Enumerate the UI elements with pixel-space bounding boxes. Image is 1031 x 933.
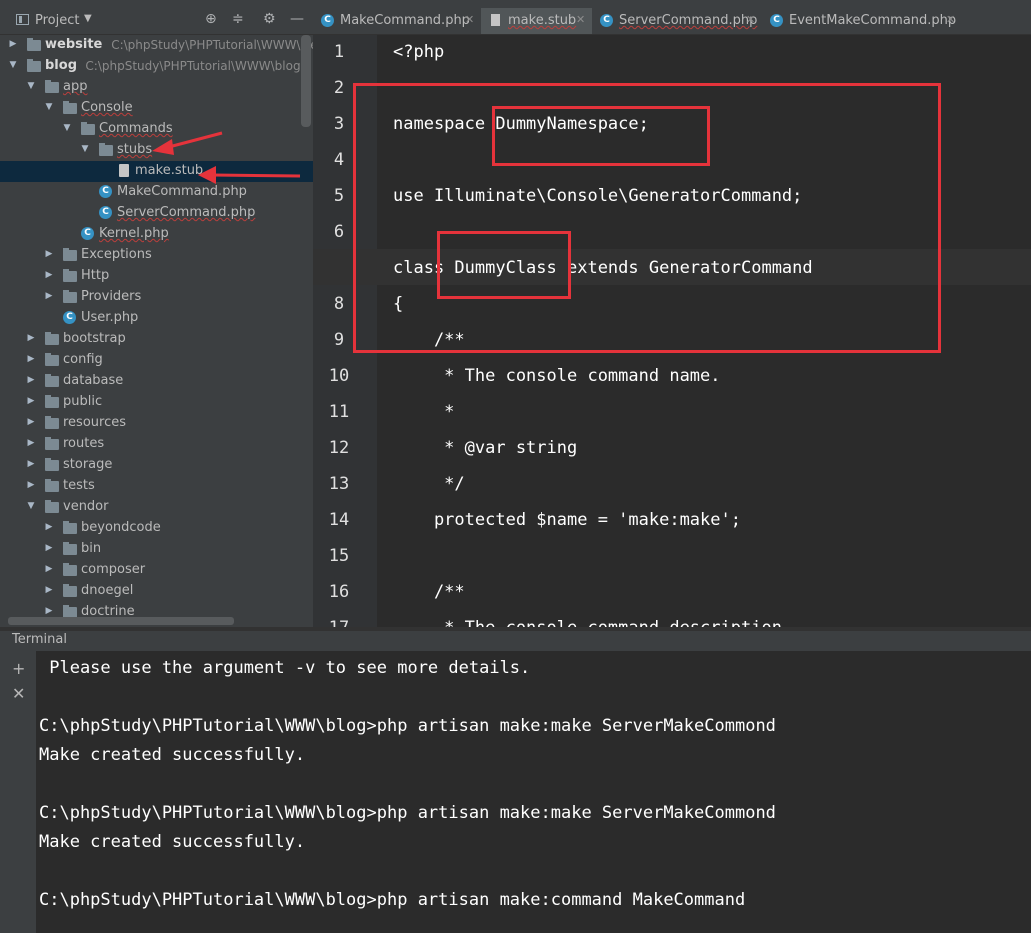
line-number: 15 (328, 546, 350, 566)
code-line: <?php (393, 42, 445, 62)
line-number: 13 (328, 474, 350, 494)
code-line: * (393, 402, 455, 422)
code-line: * The console command description. (393, 618, 792, 627)
terminal-line: Make created successfully. (39, 832, 306, 852)
terminal-header: Terminal (0, 631, 1031, 651)
line-number: 10 (328, 366, 350, 386)
editor-tab-label: ServerCommand.php (619, 13, 758, 28)
add-terminal-icon[interactable]: + (12, 659, 25, 678)
editor-tab-bar: C MakeCommand.php ✕ make.stub ✕ C ServerComman… (313, 8, 1031, 35)
code-editor[interactable]: 1234567891011121314151617 <?phpnamespace… (313, 35, 1031, 627)
code-line: protected $name = 'make:make'; (393, 510, 741, 530)
terminal-title[interactable]: Terminal (12, 632, 67, 647)
close-icon[interactable]: ✕ (946, 13, 955, 26)
terminal-line: Please use the argument -v to see more d… (39, 658, 531, 678)
close-icon[interactable]: ✕ (465, 13, 474, 26)
editor-tab[interactable]: C EventMakeCommand.php ✕ (762, 8, 962, 34)
editor-tab-label: EventMakeCommand.php (789, 13, 957, 28)
annotation-box-dummy-class (437, 231, 571, 299)
editor-tab[interactable]: make.stub ✕ (481, 8, 592, 34)
code-line: */ (393, 474, 465, 494)
annotation-arrow-make-stub (198, 166, 301, 184)
editor-tab[interactable]: C MakeCommand.php ✕ (313, 8, 481, 34)
php-class-icon: C (321, 14, 334, 27)
terminal-line: Make created successfully. (39, 745, 306, 765)
terminal-output[interactable]: Please use the argument -v to see more d… (36, 651, 1031, 933)
editor-tab[interactable]: C ServerCommand.php ✕ (592, 8, 762, 34)
terminal-line: C:\phpStudy\PHPTutorial\WWW\blog>php art… (39, 803, 776, 823)
close-icon[interactable]: ✕ (576, 13, 585, 26)
line-number: 12 (328, 438, 350, 458)
code-line: * The console command name. (393, 366, 721, 386)
close-icon[interactable]: ✕ (746, 13, 755, 26)
file-icon (491, 14, 500, 26)
php-class-icon: C (770, 14, 783, 27)
annotation-arrows (152, 131, 301, 184)
php-class-icon: C (600, 14, 613, 27)
annotation-box-dummy-namespace (492, 106, 710, 166)
terminal-line: C:\phpStudy\PHPTutorial\WWW\blog>php art… (39, 890, 746, 910)
line-number: 16 (328, 582, 350, 602)
code-line: * @var string (393, 438, 578, 458)
annotation-arrow-stubs (152, 131, 223, 155)
code-line: /** (393, 582, 465, 602)
close-terminal-icon[interactable]: ✕ (12, 684, 25, 703)
line-number: 14 (328, 510, 350, 530)
line-number: 17 (313, 618, 365, 627)
editor-tab-label: make.stub (508, 13, 577, 28)
line-number: 11 (328, 402, 350, 422)
terminal-line: C:\phpStudy\PHPTutorial\WWW\blog>php art… (39, 716, 776, 736)
terminal-toolbar: + ✕ (0, 651, 36, 933)
editor-tab-label: MakeCommand.php (340, 13, 470, 28)
line-number: 1 (333, 42, 345, 62)
